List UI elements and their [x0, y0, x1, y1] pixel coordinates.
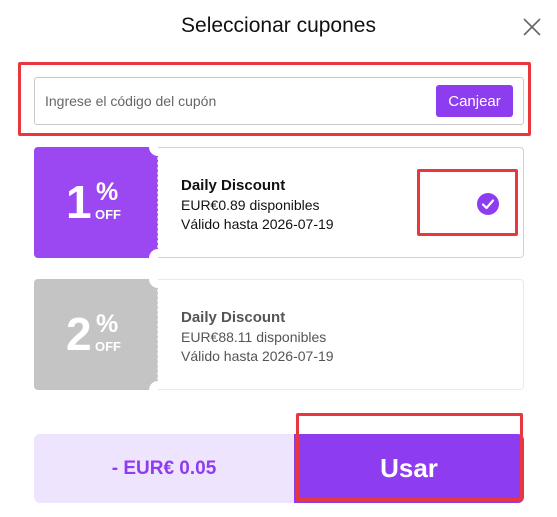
coupon-off-label: OFF	[95, 339, 121, 354]
redeem-button[interactable]: Canjear	[436, 85, 513, 117]
coupon-percent-symbol: %	[96, 178, 119, 206]
coupon-name: Daily Discount	[181, 177, 286, 194]
close-icon[interactable]	[521, 16, 543, 38]
coupon-off-label: OFF	[95, 207, 121, 222]
discount-summary: - EUR€ 0.05	[34, 434, 294, 503]
coupon-percent-value: 2	[66, 308, 92, 360]
check-highlight	[417, 169, 518, 236]
coupon-name: Daily Discount	[181, 309, 286, 326]
use-button-highlight	[296, 413, 523, 501]
coupon-available: EUR€88.11 disponibles	[181, 329, 327, 345]
coupon-available: EUR€0.89 disponibles	[181, 197, 320, 213]
discount-amount: - EUR€ 0.05	[111, 458, 217, 479]
coupon-percent: 2 % OFF	[66, 309, 146, 369]
coupon-percent: 1 % OFF	[66, 177, 146, 237]
coupon-code-box: Canjear	[34, 77, 524, 125]
dialog-title: Seleccionar cupones	[181, 14, 376, 37]
coupon-card-2[interactable]: 2 % OFF Daily Discount EUR€88.11 disponi…	[34, 270, 524, 399]
coupon-body: Daily Discount EUR€88.11 disponibles Vál…	[158, 279, 524, 390]
coupon-percent-value: 1	[66, 176, 92, 228]
coupon-valid-until: Válido hasta 2026-07-19	[181, 216, 334, 232]
coupon-percent-symbol: %	[96, 310, 119, 338]
coupon-valid-until: Válido hasta 2026-07-19	[181, 348, 334, 364]
coupon-code-input[interactable]	[45, 78, 425, 124]
